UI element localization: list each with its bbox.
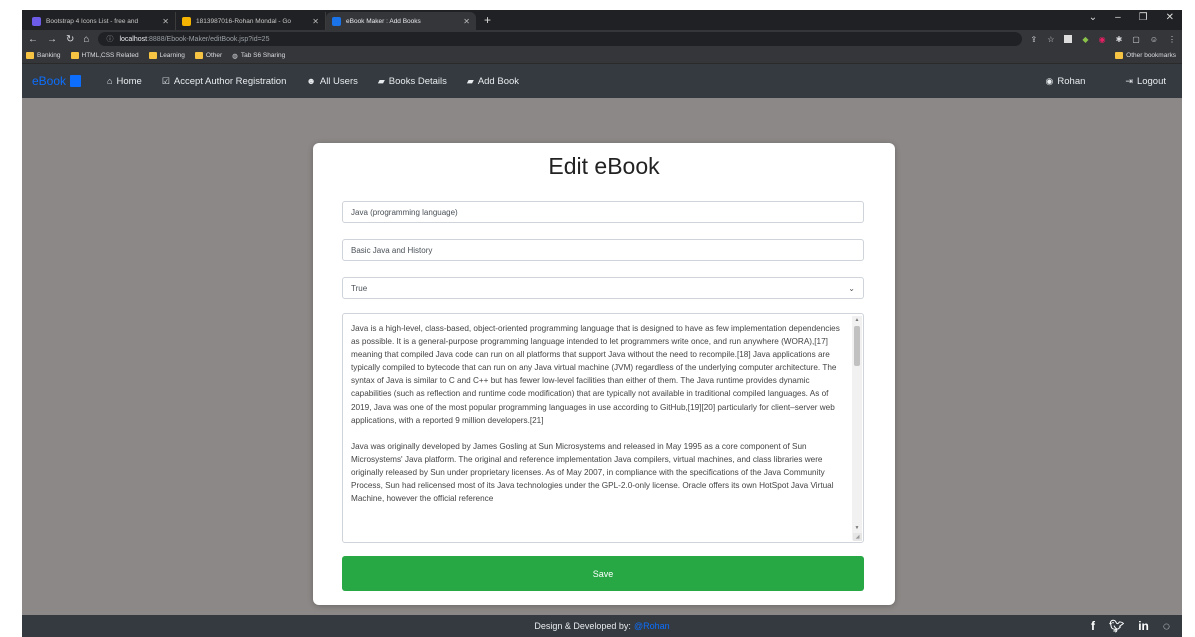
bookmark-html-css[interactable]: HTML,CSS Related <box>70 52 139 59</box>
nav-books-details[interactable]: ▰ Books Details <box>378 76 447 87</box>
folder-icon <box>26 52 34 59</box>
bookmarks-bar: Banking HTML,CSS Related Learning Other … <box>22 48 1182 64</box>
scroll-down-icon[interactable]: ▼ <box>852 524 862 532</box>
profile-avatar-icon[interactable]: ☺ <box>1150 35 1158 44</box>
reload-icon[interactable]: ↻ <box>66 34 74 45</box>
globe-icon: ◍ <box>232 52 238 60</box>
nav-all-users[interactable]: ☻ All Users <box>306 76 358 87</box>
footer-text: Design & Developed by: <box>534 621 631 631</box>
extension-icon[interactable] <box>1064 35 1073 43</box>
forward-icon[interactable]: → <box>47 34 57 45</box>
bookmark-learning[interactable]: Learning <box>148 52 185 59</box>
nav-logout[interactable]: ⇥ Logout <box>1125 76 1166 87</box>
nav-home[interactable]: ⌂ Home <box>107 76 142 87</box>
github-icon[interactable]: ◌ <box>1163 619 1170 633</box>
textarea-scrollbar[interactable]: ▲ ▼ <box>852 316 862 540</box>
tab-strip: Bootstrap 4 Icons List - free and ✕ 1813… <box>22 10 1182 30</box>
description-text: Java is a high-level, class-based, objec… <box>351 322 849 518</box>
restore-icon[interactable]: ❐ <box>1139 12 1148 23</box>
url-host: localhost <box>119 35 148 43</box>
browser-tab-ebook-maker[interactable]: eBook Maker : Add Books ✕ <box>326 12 476 30</box>
tab-favicon-icon <box>332 16 341 26</box>
tab-close-icon[interactable]: ✕ <box>312 17 319 26</box>
home-icon: ⌂ <box>107 76 113 86</box>
book-subtitle-input[interactable]: Basic Java and History <box>342 239 864 261</box>
extension-icon[interactable]: ◉ <box>1099 35 1106 44</box>
social-links: f 🐦︎ in ◌ <box>1091 615 1170 637</box>
open-book-icon: ▰ <box>377 75 385 86</box>
description-paragraph: Java was originally developed by James G… <box>351 441 834 504</box>
bookmark-tab-s6[interactable]: ◍ Tab S6 Sharing <box>232 52 285 60</box>
open-book-icon: ▰ <box>466 75 474 86</box>
folder-icon <box>148 52 157 59</box>
folder-icon <box>194 52 203 59</box>
url-input[interactable]: ⓘ localhost :8888/Ebook-Maker/editBook.j… <box>98 32 1022 46</box>
browser-window: Bootstrap 4 Icons List - free and ✕ 1813… <box>22 10 1182 637</box>
puzzle-icon[interactable]: ✱ <box>1116 35 1123 44</box>
tab-title: eBook Maker : Add Books <box>346 17 421 25</box>
site-navbar: eBook ⌂ Home ☑ Accept Author Registration … <box>22 64 1182 98</box>
scrollbar-thumb[interactable] <box>854 326 860 366</box>
tab-title: Bootstrap 4 Icons List - free and <box>46 17 139 25</box>
check-square-icon: ☑ <box>161 75 170 86</box>
description-textarea[interactable]: Java is a high-level, class-based, objec… <box>342 313 864 543</box>
scroll-up-icon[interactable]: ▲ <box>852 316 862 324</box>
tab-close-icon[interactable]: ✕ <box>463 17 470 26</box>
info-icon[interactable]: ⓘ <box>106 34 113 44</box>
nav-add-book[interactable]: ▰ Add Book <box>467 76 519 87</box>
linkedin-icon[interactable]: in <box>1138 619 1149 633</box>
nav-user-profile[interactable]: ◉ Rohan <box>1046 76 1086 87</box>
footer-author-link[interactable]: @Rohan <box>634 621 670 631</box>
resize-grip-icon[interactable]: ◢ <box>853 533 862 541</box>
status-select[interactable]: True ⌄ <box>342 277 864 299</box>
new-tab-icon[interactable]: + <box>476 13 499 27</box>
address-bar-row: ← → ↻ ⌂ ⓘ localhost :8888/Ebook-Maker/ed… <box>22 30 1182 48</box>
close-window-icon[interactable]: ✕ <box>1166 12 1174 23</box>
side-panel-icon[interactable]: ▢ <box>1132 35 1140 44</box>
page-title: Edit eBook <box>548 153 660 179</box>
facebook-icon[interactable]: f <box>1091 619 1095 633</box>
edit-ebook-card: Edit eBook Java (programming language) B… <box>313 143 895 605</box>
browser-tab-drive[interactable]: 1813987016-Rohan Mondal - Go ✕ <box>176 12 326 30</box>
home-icon[interactable]: ⌂ <box>83 34 89 45</box>
book-name-input[interactable]: Java (programming language) <box>342 201 864 223</box>
user-icon: ☻ <box>306 76 316 86</box>
drive-icon <box>182 16 191 26</box>
extensions-area: ⇪ ☆ ◆ ◉ ✱ ▢ ☺ ⋮ <box>1031 35 1176 44</box>
nav-accept-author-registration[interactable]: ☑ Accept Author Registration <box>162 76 287 87</box>
description-paragraph: Java is a high-level, class-based, objec… <box>351 324 840 425</box>
window-controls: ⌄ – ❐ ✕ <box>1089 12 1174 23</box>
bookmark-star-icon[interactable]: ☆ <box>1047 35 1054 44</box>
folder-icon <box>1115 52 1124 59</box>
browser-tab-bootstrap-icons[interactable]: Bootstrap 4 Icons List - free and ✕ <box>26 12 176 30</box>
tab-title: 1813987016-Rohan Mondal - Go <box>196 17 292 25</box>
share-icon[interactable]: ⇪ <box>1031 35 1038 44</box>
page-content: Edit eBook Java (programming language) B… <box>22 116 1182 615</box>
url-path: :8888/Ebook-Maker/editBook.jsp?id=25 <box>147 35 270 43</box>
sign-out-icon: ⇥ <box>1125 75 1133 86</box>
back-icon[interactable]: ← <box>28 34 38 45</box>
user-circle-icon: ◉ <box>1045 75 1054 86</box>
tab-search-icon[interactable]: ⌄ <box>1089 12 1097 23</box>
folder-icon <box>70 52 79 59</box>
menu-icon[interactable]: ⋮ <box>1168 35 1176 44</box>
bookmark-other[interactable]: Other <box>194 52 222 59</box>
tab-close-icon[interactable]: ✕ <box>162 17 169 26</box>
twitter-icon[interactable]: 🐦︎ <box>1109 619 1124 633</box>
brand-logo[interactable]: eBook <box>32 74 82 88</box>
book-icon <box>70 75 82 87</box>
tab-favicon-icon <box>32 16 41 26</box>
minimize-icon[interactable]: – <box>1115 12 1121 23</box>
save-button[interactable]: Save <box>342 556 864 591</box>
extension-icon[interactable]: ◆ <box>1082 35 1088 44</box>
bookmark-other-bookmarks[interactable]: Other bookmarks <box>1115 52 1176 59</box>
chevron-down-icon: ⌄ <box>848 283 855 293</box>
nav-right: ◉ Rohan ⇥ Logout <box>1046 64 1166 98</box>
bookmark-banking[interactable]: Banking <box>26 52 61 59</box>
site-footer: Design & Developed by: @Rohan f 🐦︎ in ◌ <box>22 615 1182 637</box>
